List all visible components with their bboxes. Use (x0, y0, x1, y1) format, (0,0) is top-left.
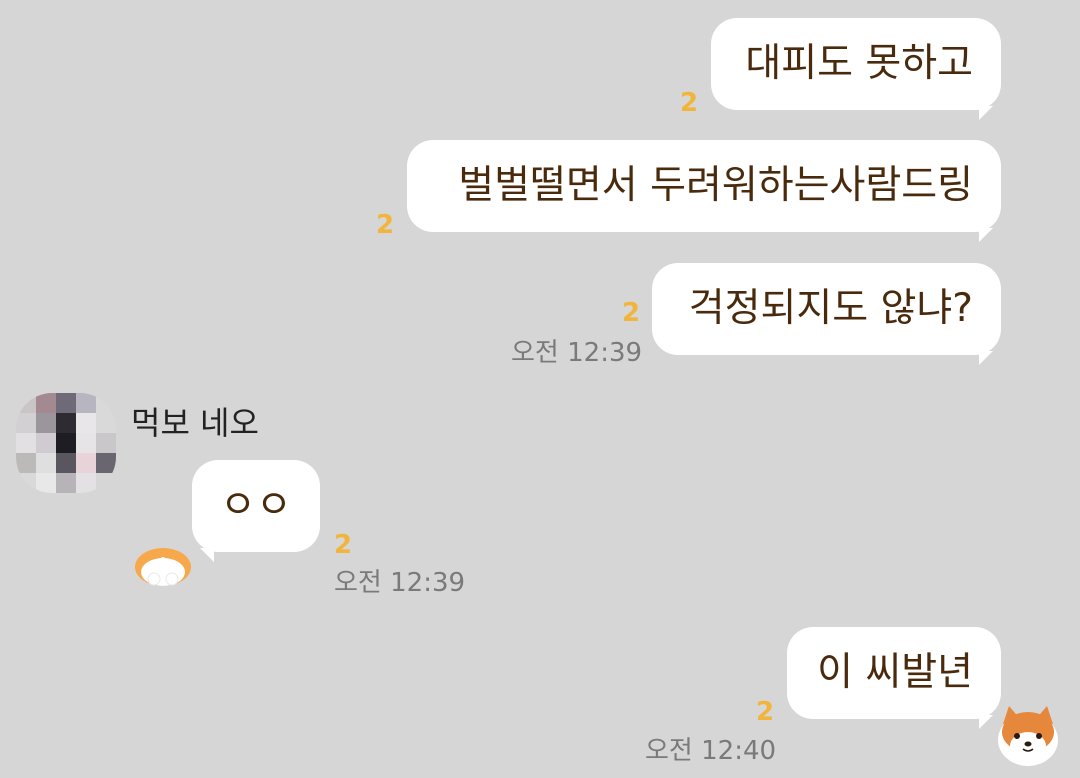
message-bubble[interactable]: 걱정되지도 않냐? (652, 263, 1001, 365)
shiba-emoticon-icon (998, 706, 1058, 766)
message-timestamp: 오전 12:39 (511, 338, 643, 368)
unread-count: 2 (680, 88, 699, 118)
message-timestamp: 오전 12:40 (645, 736, 777, 766)
message-bubble[interactable]: 대피도 못하고 (711, 18, 1001, 120)
sender-name: 먹보 네오 (131, 404, 259, 442)
message-text: 대피도 못하고 (745, 41, 973, 86)
message-bubble[interactable]: 벌벌떨면서 두려워하는사람드링 (407, 140, 1001, 242)
message-text: 벌벌떨면서 두려워하는사람드링 (458, 163, 973, 208)
unread-count: 2 (334, 530, 353, 560)
corgi-emoticon-icon (135, 548, 191, 586)
unread-count: 2 (622, 298, 641, 328)
message-text: ㅇㅇ (220, 483, 292, 528)
message-bubble[interactable]: 이 씨발년 (787, 627, 1001, 729)
sender-avatar[interactable] (16, 393, 116, 493)
message-bubble[interactable]: ㅇㅇ (192, 460, 320, 562)
unread-count: 2 (756, 697, 775, 727)
unread-count: 2 (376, 210, 395, 240)
message-text: 걱정되지도 않냐? (688, 286, 973, 331)
message-timestamp: 오전 12:39 (334, 568, 466, 598)
message-text: 이 씨발년 (817, 650, 973, 695)
